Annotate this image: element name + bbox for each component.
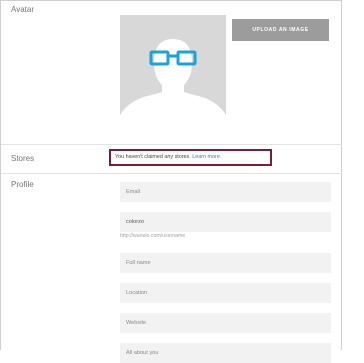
settings-panel: Avatar UPLOAD AN IMAGE Stores You haven'…: [0, 0, 342, 363]
fullname-field[interactable]: Full name: [120, 253, 331, 273]
website-field[interactable]: Website: [120, 313, 331, 333]
avatar[interactable]: [120, 15, 226, 127]
divider: [1, 173, 342, 174]
stores-message: You haven't claimed any stores. Learn mo…: [109, 149, 272, 166]
avatar-section-label: Avatar: [11, 5, 34, 14]
upload-image-button[interactable]: UPLOAD AN IMAGE: [232, 19, 329, 41]
profile-section-label: Profile: [11, 180, 34, 189]
email-field[interactable]: Email: [120, 182, 331, 202]
stores-message-text: You haven't claimed any stores.: [115, 154, 191, 160]
divider: [1, 144, 342, 145]
learn-more-link[interactable]: Learn more.: [192, 154, 221, 160]
about-field[interactable]: All about you: [120, 343, 331, 363]
stores-section-label: Stores: [11, 154, 35, 163]
username-field[interactable]: colorzo: [120, 212, 331, 232]
location-field[interactable]: Location: [120, 283, 331, 303]
default-avatar-icon: [120, 15, 226, 127]
username-url-hint: http://wanelo.com/username: [120, 233, 186, 239]
